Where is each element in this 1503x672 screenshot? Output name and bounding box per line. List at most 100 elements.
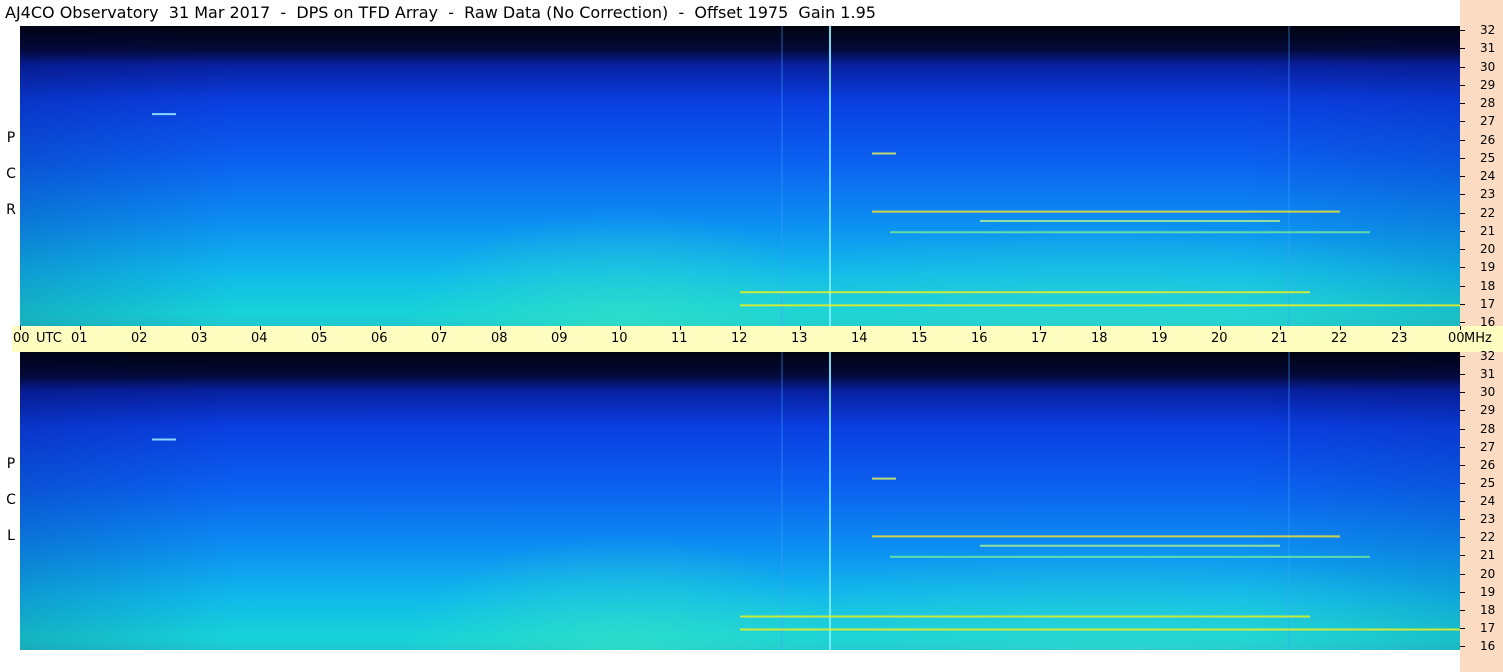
freq-tick-label: 31: [1480, 367, 1496, 381]
time-tick: [1460, 326, 1461, 330]
spectrogram-lcp-features: [152, 352, 1460, 650]
freq-tick-label: 25: [1480, 476, 1496, 490]
freq-tick-label: 30: [1480, 60, 1496, 74]
freq-tick: [1460, 574, 1465, 575]
time-axis-unit: UTC: [36, 331, 62, 346]
time-tick-label: 13: [791, 331, 808, 346]
freq-tick-label: 25: [1480, 151, 1496, 165]
freq-tick-label: 17: [1480, 621, 1496, 635]
freq-tick-label: 24: [1480, 169, 1496, 183]
time-tick: [800, 326, 801, 330]
time-tick: [380, 326, 381, 330]
freq-tick: [1460, 30, 1465, 31]
freq-tick: [1460, 447, 1465, 448]
lcp-letter-c: C: [6, 492, 16, 508]
time-tick-label: 23: [1391, 331, 1408, 346]
freq-tick-label: 19: [1480, 260, 1496, 274]
freq-tick-label: 17: [1480, 297, 1496, 311]
time-tick: [740, 326, 741, 330]
freq-tick: [1460, 555, 1465, 556]
freq-tick-label: 19: [1480, 585, 1496, 599]
freq-tick-label: 22: [1480, 530, 1496, 544]
rcp-letter-p: R: [6, 202, 16, 218]
freq-tick: [1460, 592, 1465, 593]
time-tick: [500, 326, 501, 330]
time-tick-label: 11: [671, 331, 688, 346]
freq-tick: [1460, 322, 1465, 323]
time-tick: [440, 326, 441, 330]
time-tick: [860, 326, 861, 330]
time-tick-label: 08: [491, 331, 508, 346]
time-tick-label: 00: [13, 331, 30, 346]
time-tick-label: 03: [191, 331, 208, 346]
time-tick: [560, 326, 561, 330]
time-tick: [1040, 326, 1041, 330]
time-tick-label: 18: [1091, 331, 1108, 346]
spectrogram-rcp-features: [152, 26, 1460, 326]
time-tick-label: 16: [971, 331, 988, 346]
lcp-letter-p: P: [6, 456, 16, 472]
freq-tick: [1460, 501, 1465, 502]
freq-tick: [1460, 465, 1465, 466]
time-tick-label: 20: [1211, 331, 1228, 346]
freq-tick: [1460, 231, 1465, 232]
lcp-label: P C L: [4, 456, 18, 544]
freq-tick: [1460, 249, 1465, 250]
freq-tick-label: 32: [1480, 23, 1496, 37]
freq-tick-label: 27: [1480, 114, 1496, 128]
freq-tick-label: 28: [1480, 96, 1496, 110]
time-axis: 00 01 02 03 04 05 06 07 08 09 10 11 12 13 14 15 16 17 18 19…: [12, 326, 1492, 352]
freq-tick: [1460, 194, 1465, 195]
freq-tick: [1460, 610, 1465, 611]
rcp-label: P C R: [4, 130, 18, 218]
freq-tick: [1460, 286, 1465, 287]
freq-tick: [1460, 140, 1465, 141]
time-tick: [320, 326, 321, 330]
freq-tick: [1460, 176, 1465, 177]
freq-tick: [1460, 537, 1465, 538]
time-tick-label: 12: [731, 331, 748, 346]
time-tick: [680, 326, 681, 330]
time-tick-label: 07: [431, 331, 448, 346]
time-tick: [1280, 326, 1281, 330]
time-tick-label: 06: [371, 331, 388, 346]
freq-tick: [1460, 103, 1465, 104]
freq-axis-corner-bottom: [1460, 650, 1503, 672]
freq-tick: [1460, 304, 1465, 305]
freq-tick-label: 28: [1480, 422, 1496, 436]
freq-tick: [1460, 356, 1465, 357]
freq-tick: [1460, 158, 1465, 159]
time-tick-label: 02: [131, 331, 148, 346]
time-tick: [20, 326, 21, 330]
frequency-axis-rcp: 32 31 30 29 28 27 26 25 24 23 22 21 20 19 18 17 16: [1460, 23, 1503, 328]
time-tick: [80, 326, 81, 330]
freq-tick-label: 22: [1480, 206, 1496, 220]
freq-tick-label: 29: [1480, 78, 1496, 92]
freq-tick: [1460, 48, 1465, 49]
time-tick: [260, 326, 261, 330]
freq-tick: [1460, 267, 1465, 268]
time-tick: [1400, 326, 1401, 330]
freq-tick-label: 21: [1480, 224, 1496, 238]
freq-tick-label: 21: [1480, 548, 1496, 562]
freq-tick-label: 18: [1480, 279, 1496, 293]
freq-tick-label: 26: [1480, 133, 1496, 147]
freq-tick: [1460, 374, 1465, 375]
frequency-axis-unit: MHz: [1464, 331, 1492, 346]
freq-tick: [1460, 429, 1465, 430]
rcp-letter-c: C: [6, 166, 16, 182]
freq-tick-label: 31: [1480, 41, 1496, 55]
freq-tick: [1460, 628, 1465, 629]
freq-tick-label: 24: [1480, 494, 1496, 508]
spectrogram-lcp: [20, 352, 1460, 650]
freq-tick: [1460, 646, 1465, 647]
time-tick-label: 00: [1448, 331, 1465, 346]
freq-tick-label: 23: [1480, 187, 1496, 201]
freq-tick: [1460, 121, 1465, 122]
freq-tick: [1460, 85, 1465, 86]
time-tick-label: 09: [551, 331, 568, 346]
time-tick: [620, 326, 621, 330]
time-tick: [1160, 326, 1161, 330]
rcp-letter-r: P: [6, 130, 16, 146]
time-tick: [980, 326, 981, 330]
